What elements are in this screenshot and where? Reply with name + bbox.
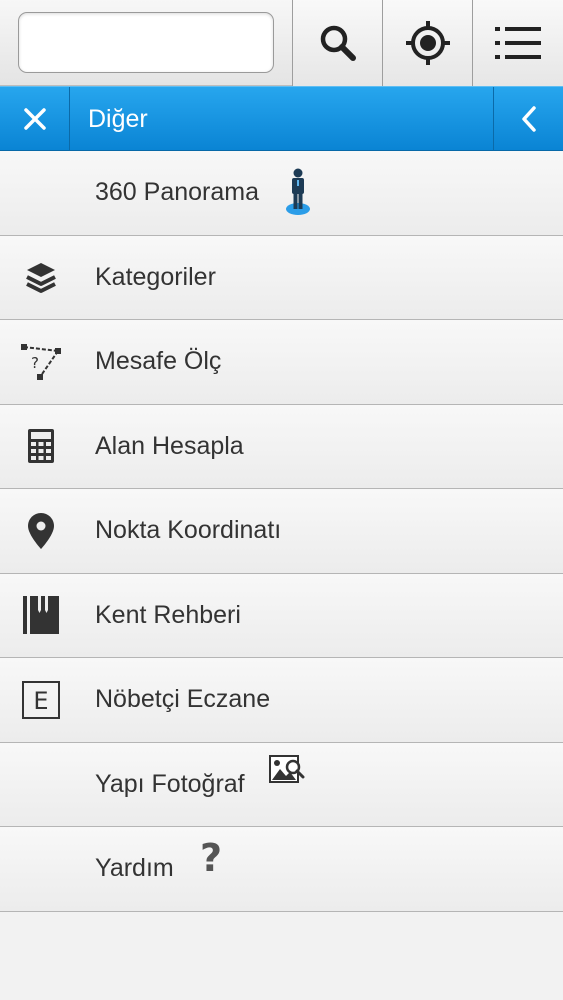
panel-title: Diğer — [88, 105, 148, 133]
menu-item-nobetci-eczane[interactable]: E Nöbetçi Eczane — [0, 658, 563, 743]
close-icon — [23, 108, 46, 130]
menu-item-yapi-fotograf[interactable]: Yapı Fotoğraf — [0, 742, 563, 827]
locate-button[interactable] — [382, 0, 472, 86]
menu-item-label: Mesafe Ölç — [95, 347, 222, 376]
menu-item-yardim[interactable]: Yardım ? — [0, 827, 563, 912]
top-toolbar — [0, 0, 563, 86]
menu-item-label: Kent Rehberi — [95, 600, 241, 629]
menu-item-label: 360 Panorama — [95, 178, 260, 207]
menu-item-alan-hesapla[interactable]: Alan Hesapla — [0, 404, 563, 489]
photo-search-icon — [268, 755, 305, 784]
menu-item-label: Alan Hesapla — [95, 431, 244, 460]
menu-list: 360 Panorama Kategoriler ? Mesafe Ölç Al… — [0, 151, 563, 912]
menu-item-label: Yapı Fotoğraf — [95, 769, 245, 798]
back-button[interactable] — [493, 87, 563, 151]
menu-icon — [495, 27, 541, 59]
pegman-icon — [286, 168, 311, 215]
menu-item-label: Nokta Koordinatı — [95, 516, 282, 545]
menu-item-mesafe-olc[interactable]: ? Mesafe Ölç — [0, 320, 563, 405]
locate-icon — [405, 21, 450, 65]
map-pin-icon — [28, 512, 54, 549]
menu-button[interactable] — [472, 0, 563, 86]
search-icon — [320, 25, 356, 61]
close-button[interactable] — [0, 87, 70, 151]
panel-header: Diğer — [0, 86, 563, 151]
calculator-icon — [28, 429, 54, 464]
measure-distance-icon: ? — [21, 343, 61, 380]
menu-item-kent-rehberi[interactable]: Kent Rehberi — [0, 573, 563, 658]
menu-item-360-panorama[interactable]: 360 Panorama — [0, 151, 563, 236]
menu-item-kategoriler[interactable]: Kategoriler — [0, 235, 563, 320]
city-guide-book-icon — [23, 596, 59, 635]
svg-text:?: ? — [31, 354, 39, 372]
chevron-left-icon — [521, 106, 536, 132]
layers-icon — [26, 263, 56, 294]
svg-text:?: ? — [200, 841, 222, 877]
menu-item-label: Nöbetçi Eczane — [95, 685, 271, 714]
menu-item-label: Kategoriler — [95, 262, 216, 291]
menu-item-label: Yardım — [95, 854, 174, 883]
menu-item-nokta-koordinati[interactable]: Nokta Koordinatı — [0, 489, 563, 574]
search-input[interactable] — [18, 12, 274, 73]
svg-text:E: E — [33, 687, 48, 715]
search-button[interactable] — [292, 0, 382, 86]
pharmacy-e-icon: E — [22, 680, 60, 719]
help-question-icon: ? — [200, 841, 222, 877]
